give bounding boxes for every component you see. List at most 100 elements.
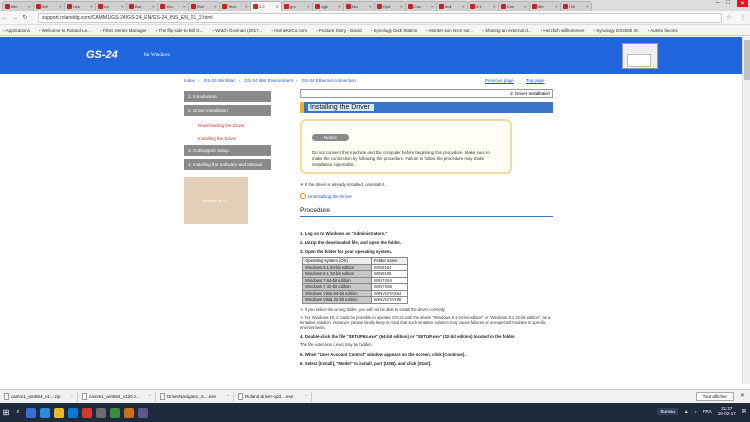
browser-tab[interactable]: 3.1 ✕ (467, 1, 499, 11)
notifications-icon[interactable]: ▤ (742, 408, 746, 414)
show-all-downloads-button[interactable]: Tout afficher (695, 392, 734, 401)
previous-page-link[interactable]: Previous page (485, 78, 514, 83)
tab-close-icon[interactable]: ✕ (524, 2, 527, 11)
tab-close-icon[interactable]: ✕ (431, 2, 434, 11)
tab-close-icon[interactable]: ✕ (214, 2, 217, 11)
bookmark-item[interactable]: Applications (3, 28, 30, 33)
edge-icon[interactable] (40, 407, 50, 418)
browser-tab[interactable]: Indi ✕ (436, 1, 468, 11)
uninstall-link-label[interactable]: Uninstalling the Driver (308, 194, 352, 199)
browser-tab[interactable]: You ✕ (157, 1, 189, 11)
breadcrumb-ethernet[interactable]: GS-24 Ethernet connection (302, 78, 356, 83)
sidebar-sub-installing[interactable]: Installing the Driver (184, 132, 271, 145)
top-page-link[interactable]: Top page (526, 78, 545, 83)
download-item[interactable]: camm1_win864_v1....zip ⌃ (4, 391, 78, 402)
close-window-icon[interactable]: ✕ (736, 0, 748, 7)
bookmark-item[interactable]: HomeKitCo.com (271, 28, 307, 33)
download-item[interactable]: DriverNavigator_S....exe ⌃ (160, 391, 234, 402)
bookmark-star-icon[interactable]: ☆ (722, 14, 736, 21)
tab-close-icon[interactable]: ✕ (28, 2, 31, 11)
tab-close-icon[interactable]: ✕ (307, 2, 310, 11)
sidebar-sub-downloading[interactable]: Downloading the Driver (184, 119, 271, 132)
network-icon[interactable]: ▲ (684, 409, 688, 414)
tab-close-icon[interactable]: ✕ (586, 2, 589, 11)
page-scrollbar[interactable] (742, 37, 750, 384)
browser-tab[interactable]: Ma ✕ (343, 1, 375, 11)
browser-tab[interactable]: Che ✕ (498, 1, 530, 11)
browser-tab[interactable]: 2.2 ✕ (250, 1, 282, 11)
bookmark-item[interactable]: Sharing an external d... (482, 28, 532, 33)
close-downloads-icon[interactable]: ✕ (740, 392, 745, 399)
tab-close-icon[interactable]: ✕ (276, 2, 279, 11)
tab-close-icon[interactable]: ✕ (555, 2, 558, 11)
explorer-icon[interactable] (54, 407, 64, 418)
breadcrumb-index[interactable]: Index (184, 78, 195, 83)
browser-tab[interactable]: Bot ✕ (126, 1, 158, 11)
tab-close-icon[interactable]: ✕ (183, 2, 186, 11)
chrome-icon[interactable] (82, 407, 92, 418)
tab-close-icon[interactable]: ✕ (369, 2, 372, 11)
language-indicator[interactable]: FRA (703, 409, 712, 414)
chevron-up-icon[interactable]: ⌃ (148, 394, 152, 400)
app-icon[interactable] (138, 407, 148, 418)
sidebar-item-introduction[interactable]: 1. Introduction (184, 91, 271, 102)
sidebar-item-software-manual[interactable]: 4. Installing the Software and Manual (184, 159, 271, 170)
chevron-up-icon[interactable]: ⌃ (226, 394, 230, 400)
search-icon[interactable]: ⌕ (12, 409, 24, 416)
browser-tab[interactable]: Lin ✕ (95, 1, 127, 11)
browser-tab[interactable]: Lea ✕ (64, 1, 96, 11)
uninstall-link[interactable]: Uninstalling the Driver (300, 193, 553, 199)
sidebar-item-driver-installation[interactable]: 2. Driver Installation (184, 105, 271, 116)
bookmark-item[interactable]: Herzlich willkommen (541, 28, 584, 33)
bookmark-item[interactable]: Watch Govinan (2017... (212, 28, 262, 33)
bookmark-item[interactable]: Synology Disk Station (371, 28, 417, 33)
reload-icon[interactable]: ↻ (20, 14, 30, 21)
tab-close-icon[interactable]: ✕ (152, 2, 155, 11)
tab-close-icon[interactable]: ✕ (121, 2, 124, 11)
tab-close-icon[interactable]: ✕ (338, 2, 341, 11)
bookmark-item[interactable]: Monter son NAS sur... (426, 28, 473, 33)
scrollbar-thumb[interactable] (744, 40, 750, 80)
browser-tab[interactable]: Me ✕ (529, 1, 561, 11)
bookmark-item[interactable]: Feature Story - David (316, 28, 362, 33)
browser-tab[interactable]: Wir ✕ (33, 1, 65, 11)
tab-close-icon[interactable]: ✕ (462, 2, 465, 11)
bookmark-item[interactable]: Autres favoris (648, 28, 678, 33)
tab-close-icon[interactable]: ✕ (245, 2, 248, 11)
tab-close-icon[interactable]: ✕ (59, 2, 62, 11)
download-item[interactable]: Roland-driver-upd....exe ⌃ (238, 391, 312, 402)
menu-icon[interactable]: ⋮ (736, 14, 750, 21)
browser-tab[interactable]: cjgb ✕ (312, 1, 344, 11)
bureau-toolbar[interactable]: Bureau (657, 407, 678, 415)
clock[interactable]: 21:27 18-02-17 (718, 406, 736, 416)
browser-tab[interactable]: Con ✕ (405, 1, 437, 11)
bookmark-item[interactable]: The flip side to Bill G... (156, 28, 203, 33)
minimize-icon[interactable]: – (716, 0, 719, 7)
url-input[interactable]: support.rolanddg.com/CAMM1/GS-24/GS-24_E… (38, 12, 722, 23)
volume-icon[interactable]: ♪ (694, 409, 696, 414)
browser-tab[interactable]: ITA ✕ (560, 1, 592, 11)
browser-tab[interactable]: Min ✕ (2, 1, 34, 11)
tab-close-icon[interactable]: ✕ (90, 2, 93, 11)
bookmark-item[interactable]: Films Series Manager (100, 28, 147, 33)
maximize-icon[interactable]: □ (726, 0, 730, 7)
forward-icon[interactable]: → (10, 15, 20, 21)
app-icon[interactable] (124, 407, 134, 418)
calculator-icon[interactable] (110, 407, 120, 418)
sidebar-banner[interactable]: Want to fix it ... (184, 177, 248, 224)
chevron-up-icon[interactable]: ⌃ (304, 394, 308, 400)
breadcrumb-win-environment[interactable]: GS-24 Win Environment (244, 78, 293, 83)
tab-close-icon[interactable]: ✕ (400, 2, 403, 11)
browser-tab[interactable]: gro ✕ (281, 1, 313, 11)
bookmark-item[interactable]: Welcome to Roland Le... (39, 28, 91, 33)
store-icon[interactable] (68, 407, 78, 418)
sidebar-item-cutsupport[interactable]: 3. CutSupport Setup (184, 145, 271, 156)
download-item[interactable]: camm1_win864_v120.z... ⌃ (82, 391, 156, 402)
bookmark-item[interactable]: Synology DS408b Im (593, 28, 638, 33)
settings-icon[interactable] (96, 407, 106, 418)
tab-close-icon[interactable]: ✕ (493, 2, 496, 11)
browser-tab[interactable]: Roll ✕ (188, 1, 220, 11)
windows-start-icon[interactable]: ⊞ (0, 408, 12, 417)
browser-tab[interactable]: Opti ✕ (374, 1, 406, 11)
browser-tab[interactable]: Tech ✕ (219, 1, 251, 11)
